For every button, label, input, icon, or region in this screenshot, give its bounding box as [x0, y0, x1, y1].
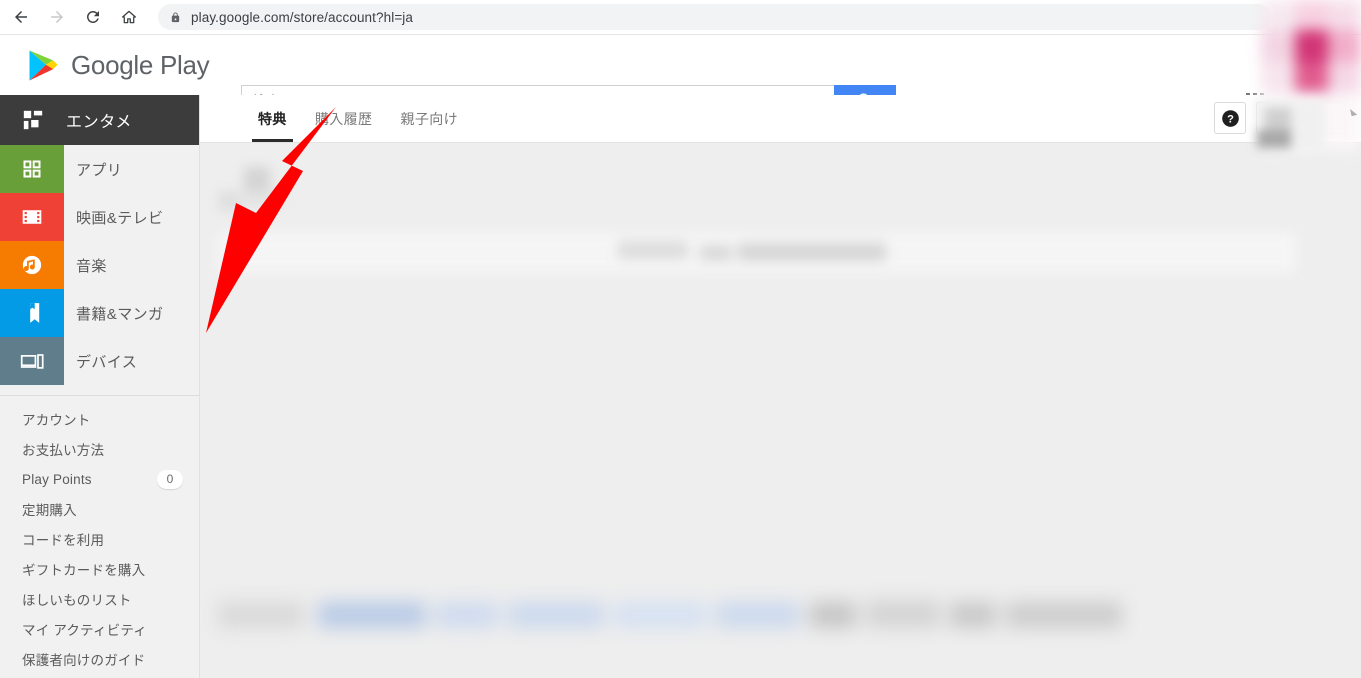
sidebar-item-movies-tv[interactable]: 映画&テレビ — [0, 193, 199, 241]
sidebar-menu-account[interactable]: アカウント — [0, 404, 199, 434]
arrow-right-icon — [51, 11, 63, 23]
page-root: play.google.com/store/account?hl=ja Goog… — [0, 0, 1361, 678]
google-play-triangle-icon — [29, 50, 58, 80]
footer-links-block — [218, 588, 1123, 640]
sidebar-section-header[interactable]: エンタメ — [0, 95, 199, 145]
tab-label: 購入履歴 — [314, 111, 373, 127]
tab-family[interactable]: 親子向け — [386, 96, 472, 142]
menu-label: ほしいものリスト — [22, 593, 132, 608]
film-strip-icon-tile — [0, 193, 64, 241]
url-text: play.google.com/store/account?hl=ja — [191, 9, 414, 25]
help-button[interactable]: ? — [1214, 102, 1246, 134]
home-button[interactable] — [114, 2, 144, 32]
help-question-icon: ? — [1221, 109, 1239, 127]
menu-label: マイ アクティビティ — [22, 623, 147, 638]
tab-label: 親子向け — [400, 111, 459, 127]
play-store-header: Google Play — [0, 35, 1361, 116]
forward-button[interactable] — [42, 2, 72, 32]
home-icon — [121, 10, 137, 24]
sidebar-item-books-manga[interactable]: 書籍&マンガ — [0, 289, 199, 337]
sidebar-section-title: エンタメ — [66, 114, 132, 131]
tab-purchase-history[interactable]: 購入履歴 — [301, 96, 387, 142]
content-thumbnail-block — [218, 165, 308, 215]
menu-label: ギフトカードを購入 — [22, 563, 146, 578]
film-strip-icon — [22, 210, 42, 224]
censored-avatar-region — [1255, 100, 1325, 150]
content-row-block — [218, 233, 1296, 273]
play-points-badge: 0 — [157, 469, 183, 489]
svg-text:?: ? — [1227, 113, 1234, 125]
sidebar: エンタメ アプリ 映画&テレビ 音楽 書籍&マンガ デバイス アカウント お支払… — [0, 95, 200, 678]
sidebar-item-music[interactable]: 音楽 — [0, 241, 199, 289]
sidebar-menu-redeem-code[interactable]: コードを利用 — [0, 524, 199, 554]
reload-icon — [86, 10, 99, 23]
apps-squares-icon — [23, 160, 41, 178]
menu-label: コードを利用 — [22, 533, 105, 548]
sidebar-menu-my-activity[interactable]: マイ アクティビティ — [0, 614, 199, 644]
reload-button[interactable] — [78, 2, 108, 32]
arrow-left-icon — [15, 11, 27, 23]
sidebar-menu-wishlist[interactable]: ほしいものリスト — [0, 584, 199, 614]
music-note-icon-tile — [0, 241, 64, 289]
menu-label: 定期購入 — [22, 503, 77, 518]
apps-squares-icon-tile — [0, 145, 64, 193]
grid-tiles-icon — [23, 110, 43, 130]
tab-bar: 特典 購入履歴 親子向け ? — [200, 95, 1361, 143]
sidebar-item-label: デバイス — [76, 353, 138, 371]
sidebar-menu-parents-guide[interactable]: 保護者向けのガイド — [0, 644, 199, 674]
sidebar-item-label: 映画&テレビ — [76, 209, 164, 227]
book-icon-tile — [0, 289, 64, 337]
sidebar-divider — [0, 395, 199, 396]
brand-name: Google Play — [71, 49, 210, 80]
address-bar[interactable]: play.google.com/store/account?hl=ja — [158, 4, 1271, 30]
lock-icon — [170, 11, 181, 24]
menu-label: お支払い方法 — [22, 443, 105, 458]
book-icon — [24, 303, 40, 323]
menu-label: アカウント — [22, 413, 91, 428]
menu-label: 保護者向けのガイド — [22, 653, 146, 668]
sidebar-item-devices[interactable]: デバイス — [0, 337, 199, 385]
google-play-logo[interactable]: Google Play — [28, 49, 210, 82]
sidebar-item-label: 音楽 — [76, 257, 107, 275]
devices-icon-tile — [0, 337, 64, 385]
sidebar-menu-subscriptions[interactable]: 定期購入 — [0, 494, 199, 524]
sidebar-item-label: アプリ — [76, 161, 123, 179]
music-note-icon — [22, 255, 42, 275]
back-button[interactable] — [6, 2, 36, 32]
menu-label: Play Points — [22, 471, 92, 487]
sidebar-item-apps[interactable]: アプリ — [0, 145, 199, 193]
devices-icon — [20, 354, 44, 369]
sidebar-menu-payment-methods[interactable]: お支払い方法 — [0, 434, 199, 464]
tab-benefits[interactable]: 特典 — [244, 96, 301, 142]
scrollbar-arrow-icon[interactable] — [1350, 104, 1358, 122]
sidebar-menu-play-points[interactable]: Play Points 0 — [0, 464, 199, 494]
sidebar-menu-buy-gift-card[interactable]: ギフトカードを購入 — [0, 554, 199, 584]
tab-label: 特典 — [258, 111, 287, 127]
content-body — [200, 143, 1361, 678]
sidebar-item-label: 書籍&マンガ — [76, 305, 164, 323]
browser-toolbar: play.google.com/store/account?hl=ja — [0, 0, 1361, 35]
main-content: 特典 購入履歴 親子向け ? — [200, 95, 1361, 678]
